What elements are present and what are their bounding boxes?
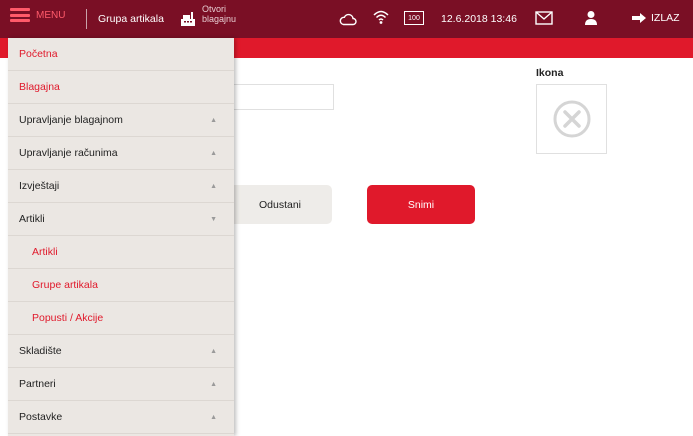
drawer-item-label: Artikli — [32, 246, 58, 258]
drawer-item-label: Upravljanje računima — [19, 147, 118, 159]
cash-register-icon[interactable] — [179, 10, 197, 28]
icon-label: Ikona — [536, 67, 564, 79]
user-icon[interactable] — [584, 10, 598, 26]
divider — [86, 9, 87, 29]
drawer-item-label: Grupe artikala — [32, 279, 98, 291]
drawer-item-label: Partneri — [19, 378, 56, 390]
page-title: Grupa artikala — [98, 13, 164, 25]
save-button[interactable]: Snimi — [367, 185, 475, 224]
drawer-item-blagajna[interactable]: Blagajna — [8, 71, 234, 104]
drawer-subitem-popusti-akcije[interactable]: Popusti / Akcije — [8, 302, 234, 335]
drawer-subitem-artikli[interactable]: Artikli — [8, 236, 234, 269]
close-circle-icon — [553, 100, 590, 138]
drawer-item-artikli[interactable]: Artikli ▼ — [8, 203, 234, 236]
drawer-item-upravljanje-racunima[interactable]: Upravljanje računima ▲ — [8, 137, 234, 170]
menu-label: MENU — [36, 9, 66, 21]
drawer-subitem-grupe-artikala[interactable]: Grupe artikala — [8, 269, 234, 302]
chevron-up-icon: ▲ — [210, 347, 217, 355]
drawer-item-label: Postavke — [19, 411, 63, 423]
drawer-item-label: Početna — [19, 48, 58, 60]
battery-icon: 100 — [404, 11, 424, 25]
open-register-button[interactable]: Otvori blagajnu — [202, 4, 236, 24]
mail-icon[interactable] — [535, 11, 553, 25]
drawer-item-izvjestaji[interactable]: Izvještaji ▲ — [8, 170, 234, 203]
open-register-line1: Otvori — [202, 4, 227, 14]
chevron-up-icon: ▲ — [210, 182, 217, 190]
drawer-item-label: Blagajna — [19, 81, 60, 93]
drawer-item-upravljanje-blagajnom[interactable]: Upravljanje blagajnom ▲ — [8, 104, 234, 137]
drawer-item-pocetna[interactable]: Početna — [8, 38, 234, 71]
cancel-button[interactable]: Odustani — [228, 185, 332, 224]
logout-button[interactable]: IZLAZ — [631, 12, 680, 24]
group-name-input[interactable] — [228, 84, 334, 110]
cloud-icon[interactable] — [339, 12, 357, 26]
chevron-up-icon: ▲ — [210, 380, 217, 388]
hamburger-icon — [10, 8, 30, 22]
chevron-down-icon: ▼ — [210, 215, 217, 223]
chevron-up-icon: ▲ — [210, 116, 217, 124]
chevron-up-icon: ▲ — [210, 413, 217, 421]
battery-level: 100 — [408, 14, 420, 22]
drawer-item-label: Popusti / Akcije — [32, 312, 104, 324]
top-bar: MENU Grupa artikala Otvori blagajnu 100 … — [0, 0, 693, 38]
drawer-item-label: Izvještaji — [19, 180, 60, 192]
drawer-item-label: Upravljanje blagajnom — [19, 114, 123, 126]
menu-button[interactable]: MENU — [10, 8, 65, 22]
chevron-up-icon: ▲ — [210, 149, 217, 157]
wifi-icon — [373, 10, 389, 24]
drawer-item-skladiste[interactable]: Skladište ▲ — [8, 335, 234, 368]
logout-label: IZLAZ — [651, 12, 680, 24]
drawer-item-label: Artikli — [19, 213, 45, 225]
drawer-item-postavke[interactable]: Postavke ▲ — [8, 401, 234, 434]
datetime: 12.6.2018 13:46 — [441, 13, 517, 25]
navigation-drawer: Početna Blagajna Upravljanje blagajnom ▲ … — [8, 38, 234, 436]
open-register-line2: blagajnu — [202, 14, 237, 24]
drawer-item-label: Skladište — [19, 345, 62, 357]
drawer-item-partneri[interactable]: Partneri ▲ — [8, 368, 234, 401]
icon-picker[interactable] — [536, 84, 607, 154]
arrow-right-icon — [632, 13, 646, 23]
